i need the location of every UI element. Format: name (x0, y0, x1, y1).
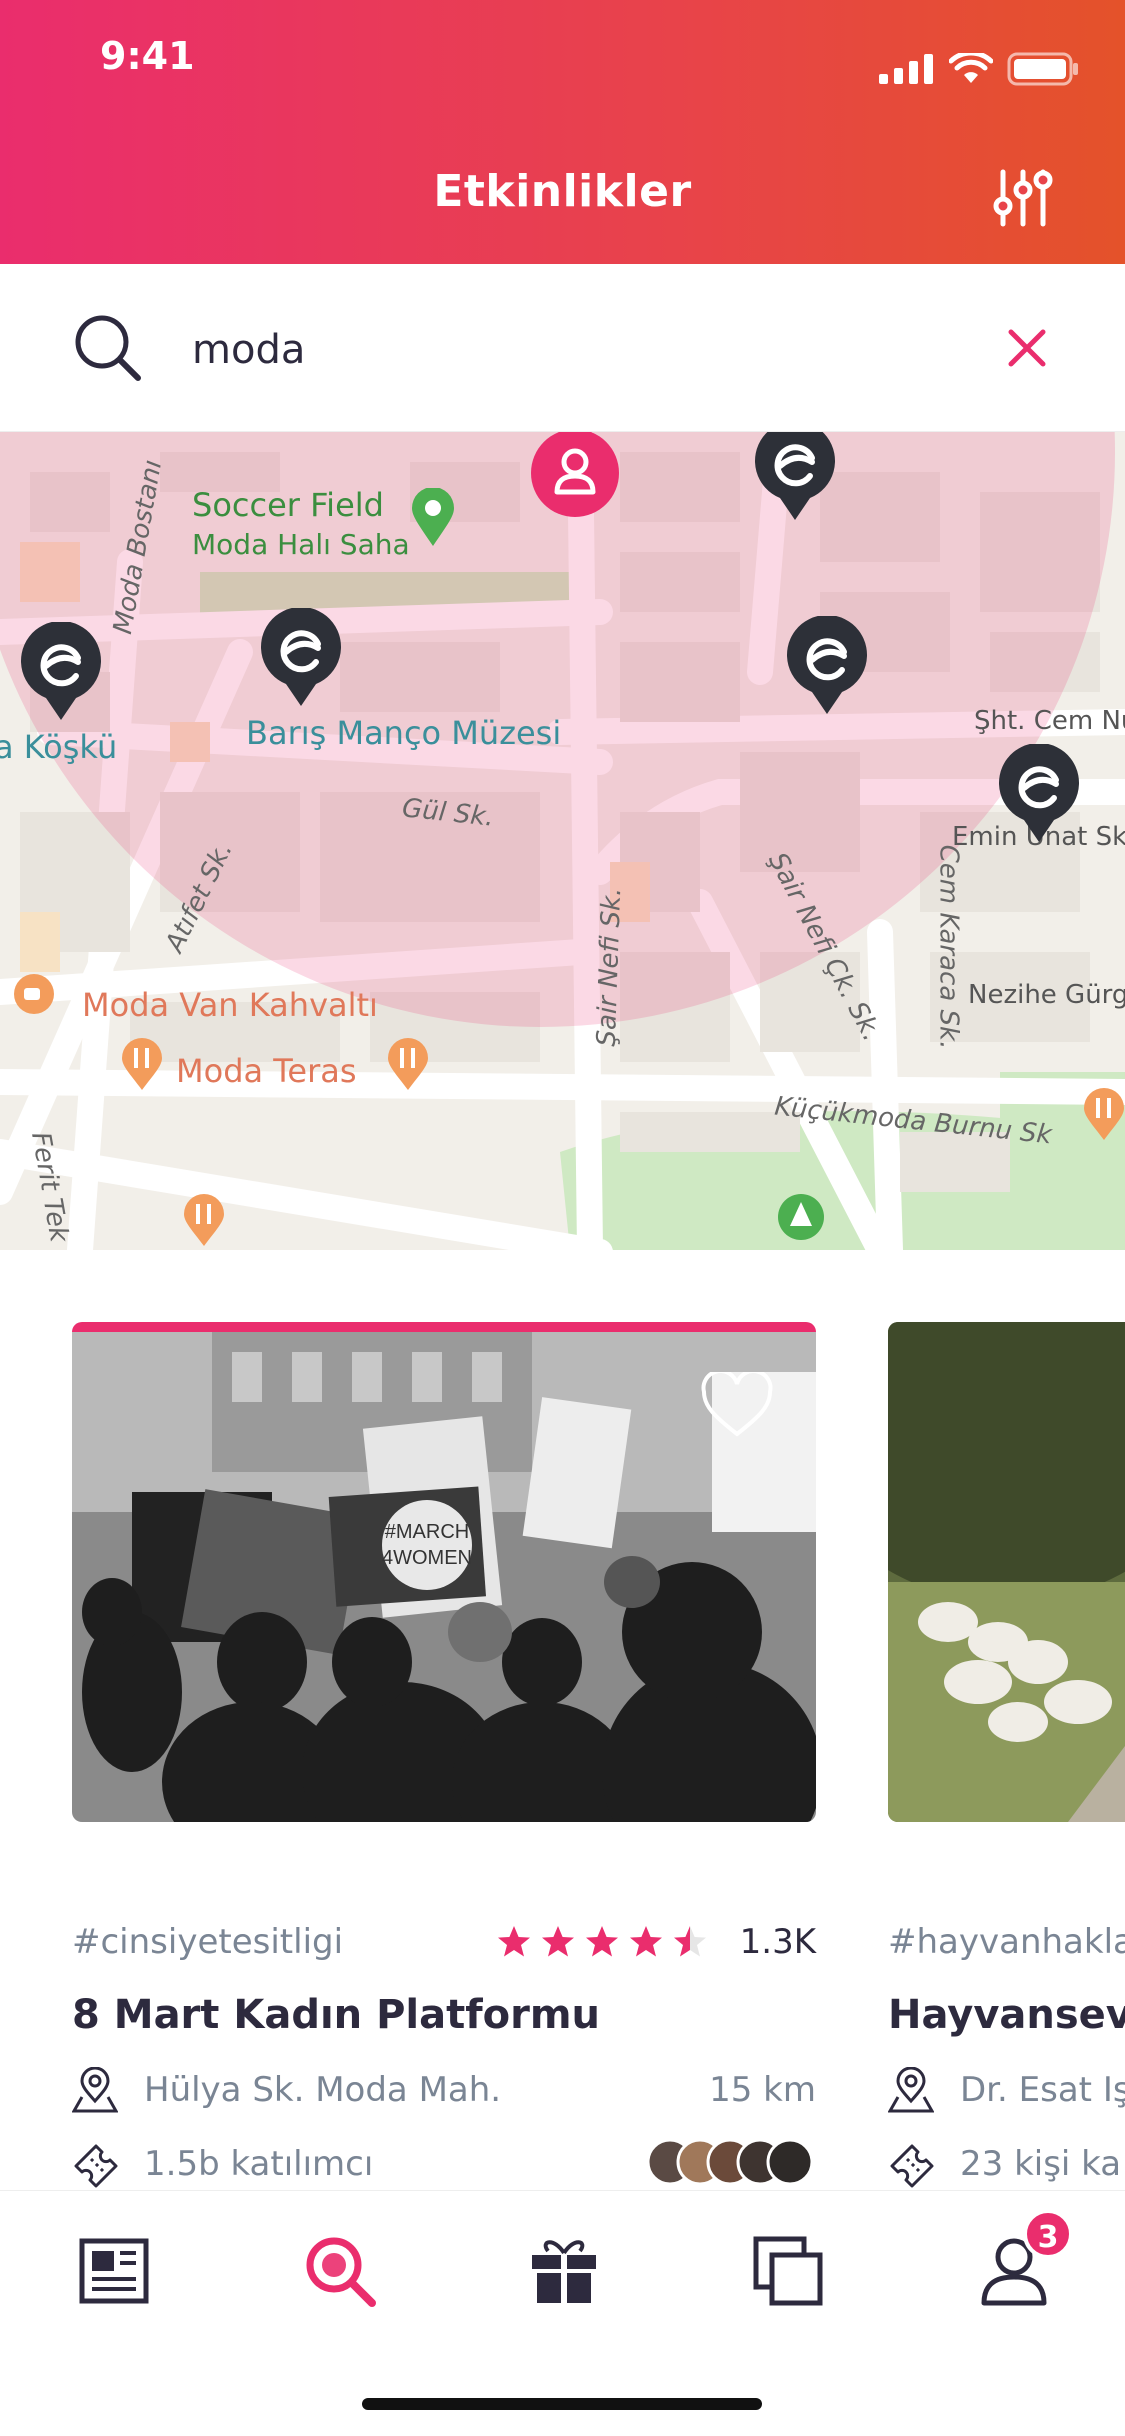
event-tag[interactable]: #cinsiyetesitligi (72, 1922, 343, 1962)
restaurant-pin-icon (122, 1038, 162, 1090)
event-participants: 1.5b katılımcı (144, 2144, 374, 2184)
event-tag[interactable]: #hayvanhakla (888, 1922, 1125, 1962)
status-time: 9:41 (100, 34, 195, 78)
park-tree-icon (778, 1194, 824, 1240)
location-pin-icon (72, 2067, 118, 2113)
street-cem-karaca: Cem Karaca Sk. (933, 844, 964, 1050)
event-title[interactable]: 8 Mart Kadın Platformu (72, 1992, 600, 2038)
tab-search-icon[interactable] (300, 2231, 380, 2311)
status-icons (879, 52, 1079, 86)
search-icon (75, 315, 141, 381)
cellular-signal-icon (879, 54, 933, 84)
event-address: Hülya Sk. Moda Mah. (144, 2070, 502, 2110)
event-distance: 15 km (709, 2070, 816, 2110)
ticket-icon (890, 2144, 934, 2188)
map-label-moda-hali-saha: Moda Halı Saha (192, 528, 410, 561)
ticket-icon (74, 2144, 118, 2188)
close-icon[interactable] (999, 320, 1055, 376)
tab-news-icon[interactable] (74, 2231, 154, 2311)
rating: 1.3K (496, 1922, 816, 1962)
restaurant-pin-icon (1084, 1088, 1124, 1140)
map-view[interactable]: Soccer Field Moda Halı Saha Barış Manço … (0, 432, 1125, 1250)
event-participants: 23 kişi ka (960, 2144, 1122, 2184)
star-rating (496, 1924, 708, 1960)
filter-sliders-icon[interactable] (991, 166, 1055, 230)
battery-icon (1007, 52, 1078, 86)
event-pin[interactable] (258, 608, 344, 708)
event-card[interactable]: #hayvanhakla Hayvanseve Dr. Esat Iş 23 k… (888, 1322, 1125, 2188)
map-label-sht-cem: Şht. Cem Nu (974, 706, 1125, 736)
search-input[interactable] (192, 318, 972, 382)
home-indicator[interactable] (362, 2398, 762, 2410)
map-label-baris-manco: Barış Manço Müzesi (246, 714, 562, 752)
map-label-soccer-field: Soccer Field (192, 486, 384, 524)
star-icon (673, 1926, 706, 1957)
event-carousel[interactable]: #MARCH 4WOMEN #cinsiyetesitligi 1.3K 8 M… (0, 1250, 1125, 2190)
map-label-nezihe: Nezihe Gürg (968, 980, 1125, 1010)
map-label-kosku: a Köşkü (0, 728, 118, 766)
map-pin-green (412, 488, 454, 546)
street-sair-nefi: Şair Nefi Sk. (591, 887, 628, 1047)
header: 9:41 Etkinlikler (0, 0, 1125, 264)
event-pin[interactable] (996, 744, 1082, 844)
notification-badge: 3 (1023, 2209, 1073, 2259)
heart-icon[interactable] (700, 1372, 774, 1438)
event-photo: #MARCH 4WOMEN (72, 1322, 816, 1822)
event-pin[interactable] (18, 622, 104, 722)
map-label-moda-teras: Moda Teras (176, 1052, 357, 1090)
star-icon (541, 1926, 574, 1957)
restaurant-pin-icon (184, 1194, 224, 1246)
event-pin[interactable] (752, 432, 838, 522)
protest-sign-text: #MARCH (385, 1521, 469, 1543)
search-bar (0, 264, 1125, 432)
svg-text:4WOMEN: 4WOMEN (382, 1547, 472, 1569)
event-title[interactable]: Hayvanseve (888, 1992, 1125, 2038)
wifi-icon (949, 53, 993, 83)
event-pin[interactable] (784, 616, 870, 716)
tab-collections-icon[interactable] (748, 2231, 828, 2311)
event-address: Dr. Esat Iş (960, 2070, 1125, 2110)
star-icon (497, 1926, 530, 1957)
star-icon (585, 1926, 618, 1957)
event-photo (888, 1322, 1125, 1822)
cafe-pin-icon (14, 974, 54, 1014)
restaurant-pin-icon (388, 1038, 428, 1090)
location-pin-icon (888, 2067, 934, 2113)
map-label-moda-van: Moda Van Kahvaltı (82, 986, 378, 1024)
event-card[interactable]: #MARCH 4WOMEN #cinsiyetesitligi 1.3K 8 M… (72, 1322, 816, 2188)
participant-avatars[interactable] (646, 2138, 816, 2186)
rating-count: 1.3K (739, 1922, 816, 1962)
user-location-pin[interactable] (528, 432, 622, 520)
page-title: Etkinlikler (433, 166, 692, 217)
tab-gift-icon[interactable] (524, 2231, 604, 2311)
star-icon (629, 1926, 662, 1957)
